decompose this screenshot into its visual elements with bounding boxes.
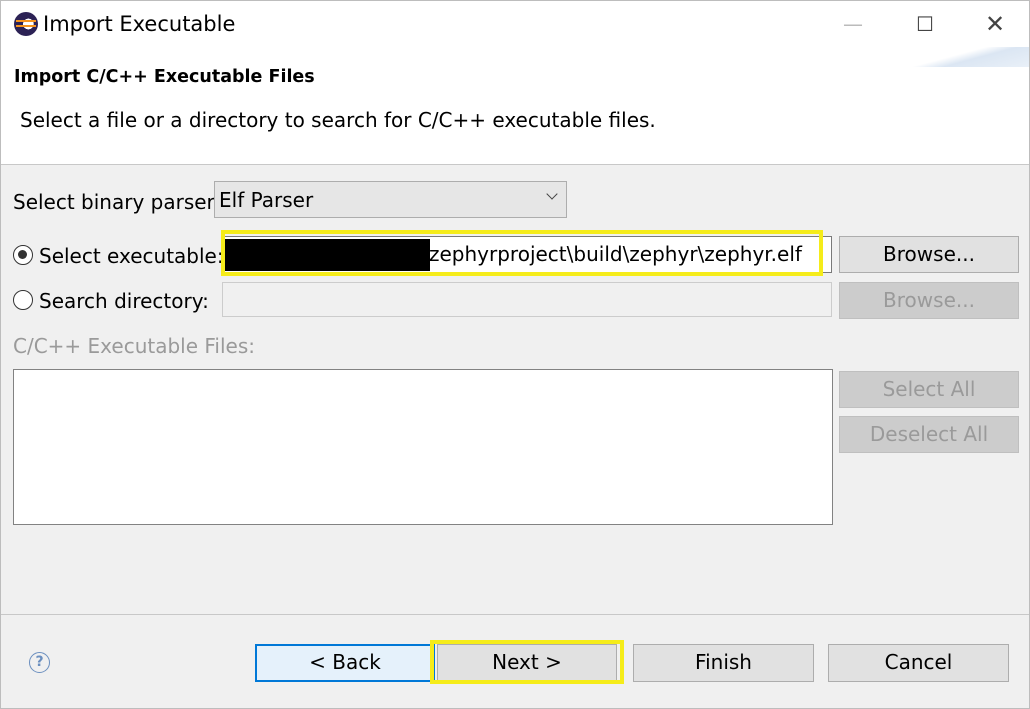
select-executable-label[interactable]: Select executable:	[39, 244, 224, 268]
chevron-down-icon	[546, 190, 558, 202]
wizard-page-description: Select a file or a directory to search f…	[20, 108, 656, 132]
executable-files-list[interactable]	[13, 369, 833, 525]
search-directory-input	[222, 282, 832, 317]
wizard-page-title: Import C/C++ Executable Files	[14, 67, 315, 87]
executable-path-highlight	[221, 230, 823, 276]
window-title: Import Executable	[43, 12, 236, 36]
next-button-highlight	[430, 640, 624, 684]
title-bar: Import Executable — ☐ ✕	[1, 1, 1029, 47]
browse-directory-button: Browse...	[839, 282, 1019, 319]
deselect-all-button: Deselect All	[839, 416, 1019, 453]
finish-button[interactable]: Finish	[633, 644, 814, 682]
maximize-button[interactable]: ☐	[905, 9, 945, 39]
banner-decoration	[889, 47, 1029, 67]
footer-separator	[1, 614, 1029, 615]
search-directory-radio[interactable]	[13, 290, 33, 310]
browse-executable-button[interactable]: Browse...	[839, 236, 1019, 273]
close-button[interactable]: ✕	[975, 9, 1015, 39]
select-executable-radio[interactable]	[13, 245, 33, 265]
binary-parser-value: Elf Parser	[219, 188, 314, 212]
binary-parser-select[interactable]: Elf Parser	[214, 181, 567, 218]
wizard-header: Import C/C++ Executable Files Select a f…	[1, 47, 1029, 165]
binary-parser-label: Select binary parser:	[13, 190, 222, 214]
select-all-button: Select All	[839, 371, 1019, 408]
back-button[interactable]: < Back	[255, 644, 435, 682]
executable-files-label: C/C++ Executable Files:	[13, 334, 256, 358]
cancel-button[interactable]: Cancel	[828, 644, 1009, 682]
minimize-button[interactable]: —	[833, 9, 873, 39]
search-directory-label[interactable]: Search directory:	[39, 289, 209, 313]
eclipse-logo-icon	[14, 12, 38, 36]
import-executable-dialog: Import Executable — ☐ ✕ Import C/C++ Exe…	[0, 0, 1030, 709]
help-icon[interactable]: ?	[29, 652, 50, 673]
